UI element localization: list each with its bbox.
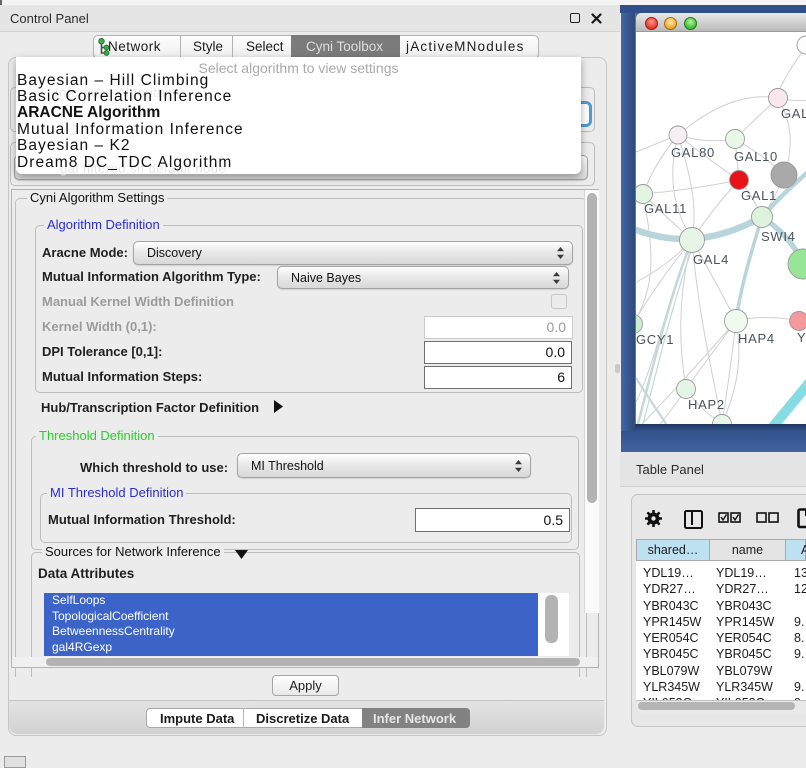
svg-text:HAP4: HAP4 bbox=[738, 331, 775, 346]
svg-text:SWI4: SWI4 bbox=[761, 229, 796, 244]
svg-text:HAP2: HAP2 bbox=[688, 397, 725, 412]
svg-text:GAL80: GAL80 bbox=[671, 145, 715, 160]
svg-text:GCY1: GCY1 bbox=[636, 332, 674, 347]
svg-text:GAL4: GAL4 bbox=[693, 252, 729, 267]
svg-text:Y: Y bbox=[797, 330, 806, 345]
svg-text:GAL1: GAL1 bbox=[741, 188, 777, 203]
svg-text:GAL10: GAL10 bbox=[734, 149, 778, 164]
svg-text:GAL11: GAL11 bbox=[644, 201, 687, 216]
svg-text:GAL: GAL bbox=[781, 106, 806, 121]
